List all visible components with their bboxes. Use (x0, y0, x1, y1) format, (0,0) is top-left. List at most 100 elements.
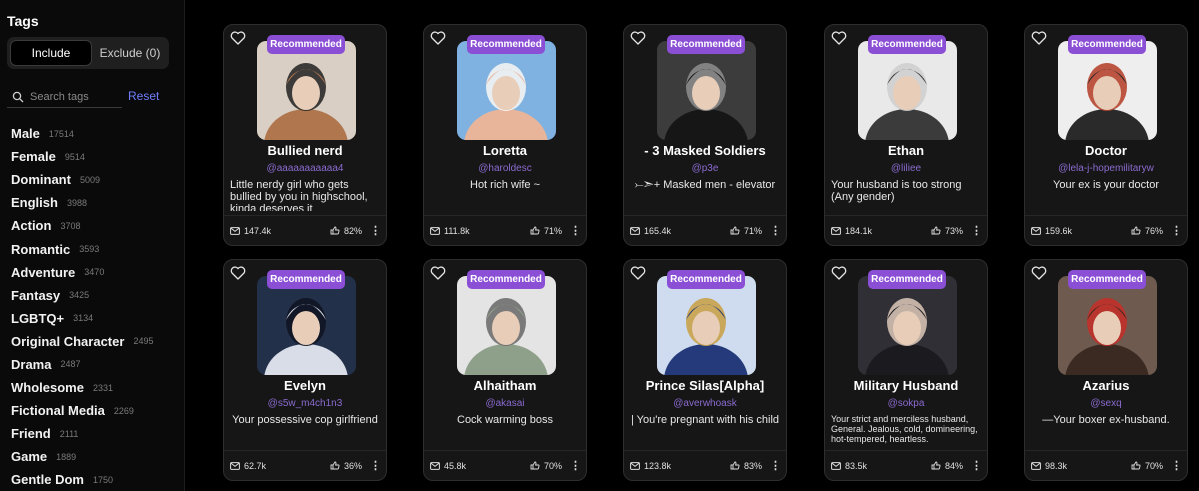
creator-handle[interactable]: @s5w_m4ch1n3 (224, 398, 386, 409)
tags-sidebar: Tags Include Exclude (0) Reset Male 17514… (0, 0, 185, 491)
character-card[interactable]: Recommended Bullied nerd @aaaaaaaaaaa4 L… (223, 24, 387, 246)
tag-item[interactable]: English 3988 (11, 191, 153, 214)
recommended-badge: Recommended (467, 35, 545, 54)
character-avatar (1058, 41, 1157, 140)
tag-item[interactable]: Original Character 2495 (11, 330, 153, 353)
tag-name: Adventure (11, 264, 76, 280)
character-description: Cock warming boss (457, 414, 553, 426)
message-icon (831, 461, 841, 470)
more-options-icon[interactable]: ⋮ (770, 460, 781, 471)
more-options-icon[interactable]: ⋮ (971, 460, 982, 471)
tag-name: Male (11, 126, 40, 142)
message-count-value: 83.5k (845, 460, 868, 471)
creator-handle[interactable]: @sokpa (825, 398, 987, 409)
character-description: ⤚➣+ Masked men - elevator (634, 179, 776, 191)
character-card[interactable]: Recommended Evelyn @s5w_m4ch1n3 Your pos… (223, 259, 387, 481)
card-footer: 111.8k 71% ⋮ (424, 215, 586, 245)
more-options-icon[interactable]: ⋮ (370, 225, 381, 236)
tag-name: Wholesome (11, 380, 84, 396)
thumbs-icon (530, 461, 540, 469)
creator-handle[interactable]: @akasai (424, 398, 586, 409)
heart-icon[interactable] (831, 266, 847, 280)
creator-handle[interactable]: @sexq (1025, 398, 1187, 409)
tag-item[interactable]: Game 1889 (11, 445, 153, 468)
tag-item[interactable]: Fantasy 3425 (11, 284, 153, 307)
heart-icon[interactable] (630, 31, 646, 45)
rating-value: 84% (944, 460, 963, 471)
heart-icon[interactable] (430, 31, 446, 45)
character-card[interactable]: Recommended Loretta @haroldesc Hot rich … (423, 24, 587, 246)
character-card[interactable]: Recommended Prince Silas[Alpha] @averwho… (623, 259, 787, 481)
rating: 76% (1131, 226, 1163, 236)
thumbs-icon (330, 226, 340, 234)
more-options-icon[interactable]: ⋮ (570, 225, 581, 236)
heart-icon[interactable] (1031, 31, 1047, 45)
tag-item[interactable]: Friend 2111 (11, 422, 153, 445)
heart-icon[interactable] (630, 266, 646, 280)
card-footer: 98.3k 70% ⋮ (1025, 450, 1187, 480)
heart-icon[interactable] (230, 31, 246, 45)
message-count: 165.4k (630, 226, 671, 236)
tag-item[interactable]: Male 17514 (11, 122, 153, 145)
creator-handle[interactable]: @averwhoask (624, 398, 786, 409)
tag-item[interactable]: Drama 2487 (11, 353, 153, 376)
tag-item[interactable]: LGBTQ+ 3134 (11, 307, 153, 330)
creator-handle[interactable]: @lela-j-hopemilitaryw (1025, 163, 1187, 174)
card-footer: 123.8k 83% ⋮ (624, 450, 786, 480)
tag-name: English (11, 195, 58, 211)
message-icon (1031, 226, 1041, 235)
tag-item[interactable]: Adventure 3470 (11, 261, 153, 284)
character-card[interactable]: Recommended Azarius @sexq —Your boxer ex… (1024, 259, 1188, 481)
include-exclude-toggle: Include Exclude (0) (7, 37, 169, 69)
rating-value: 70% (1144, 460, 1163, 471)
reset-link[interactable]: Reset (128, 89, 159, 103)
more-options-icon[interactable]: ⋮ (1171, 460, 1182, 471)
character-avatar (657, 276, 756, 375)
heart-icon[interactable] (831, 31, 847, 45)
tag-item[interactable]: Action 3708 (11, 214, 153, 237)
tag-item[interactable]: Wholesome 2331 (11, 376, 153, 399)
tag-name: Romantic (11, 241, 71, 257)
creator-handle[interactable]: @haroldesc (424, 163, 586, 174)
character-card[interactable]: Recommended Alhaitham @akasai Cock warmi… (423, 259, 587, 481)
more-options-icon[interactable]: ⋮ (1171, 225, 1182, 236)
more-options-icon[interactable]: ⋮ (370, 460, 381, 471)
tag-item[interactable]: Romantic 3593 (11, 237, 153, 260)
tag-search (7, 86, 122, 108)
heart-icon[interactable] (1031, 266, 1047, 280)
character-card[interactable]: Recommended Ethan @liliee Your husband i… (824, 24, 988, 246)
character-description: —Your boxer ex-husband. (1042, 414, 1170, 426)
message-count-value: 45.8k (444, 460, 467, 471)
recommended-badge: Recommended (868, 35, 946, 54)
rating: 84% (931, 461, 963, 471)
message-count-value: 62.7k (244, 460, 267, 471)
character-name: Prince Silas[Alpha] (645, 378, 765, 393)
tag-count: 3134 (73, 313, 94, 324)
exclude-button[interactable]: Exclude (0) (93, 40, 167, 66)
creator-handle[interactable]: @p3e (624, 163, 786, 174)
tag-item[interactable]: Gentle Dom 1750 (11, 468, 153, 491)
rating-value: 73% (944, 225, 963, 236)
tag-name: Female (11, 149, 56, 165)
rating-value: 71% (743, 225, 762, 236)
heart-icon[interactable] (230, 266, 246, 280)
character-avatar (657, 41, 756, 140)
search-tags-input[interactable] (30, 90, 122, 103)
recommended-badge: Recommended (1068, 35, 1146, 54)
tag-item[interactable]: Fictional Media 2269 (11, 399, 153, 422)
card-footer: 165.4k 71% ⋮ (624, 215, 786, 245)
more-options-icon[interactable]: ⋮ (971, 225, 982, 236)
thumbs-icon (730, 461, 740, 469)
more-options-icon[interactable]: ⋮ (770, 225, 781, 236)
tag-item[interactable]: Dominant 5009 (11, 168, 153, 191)
creator-handle[interactable]: @liliee (825, 163, 987, 174)
tag-item[interactable]: Female 9514 (11, 145, 153, 168)
more-options-icon[interactable]: ⋮ (570, 460, 581, 471)
character-card[interactable]: Recommended - 3 Masked Soldiers @p3e ⤚➣+… (623, 24, 787, 246)
include-button[interactable]: Include (10, 40, 92, 66)
creator-handle[interactable]: @aaaaaaaaaaa4 (224, 163, 386, 174)
character-card[interactable]: Recommended Doctor @lela-j-hopemilitaryw… (1024, 24, 1188, 246)
character-description: Your husband is too strong (Any gender) (831, 179, 962, 203)
character-card[interactable]: Recommended Military Husband @sokpa Your… (824, 259, 988, 481)
heart-icon[interactable] (430, 266, 446, 280)
